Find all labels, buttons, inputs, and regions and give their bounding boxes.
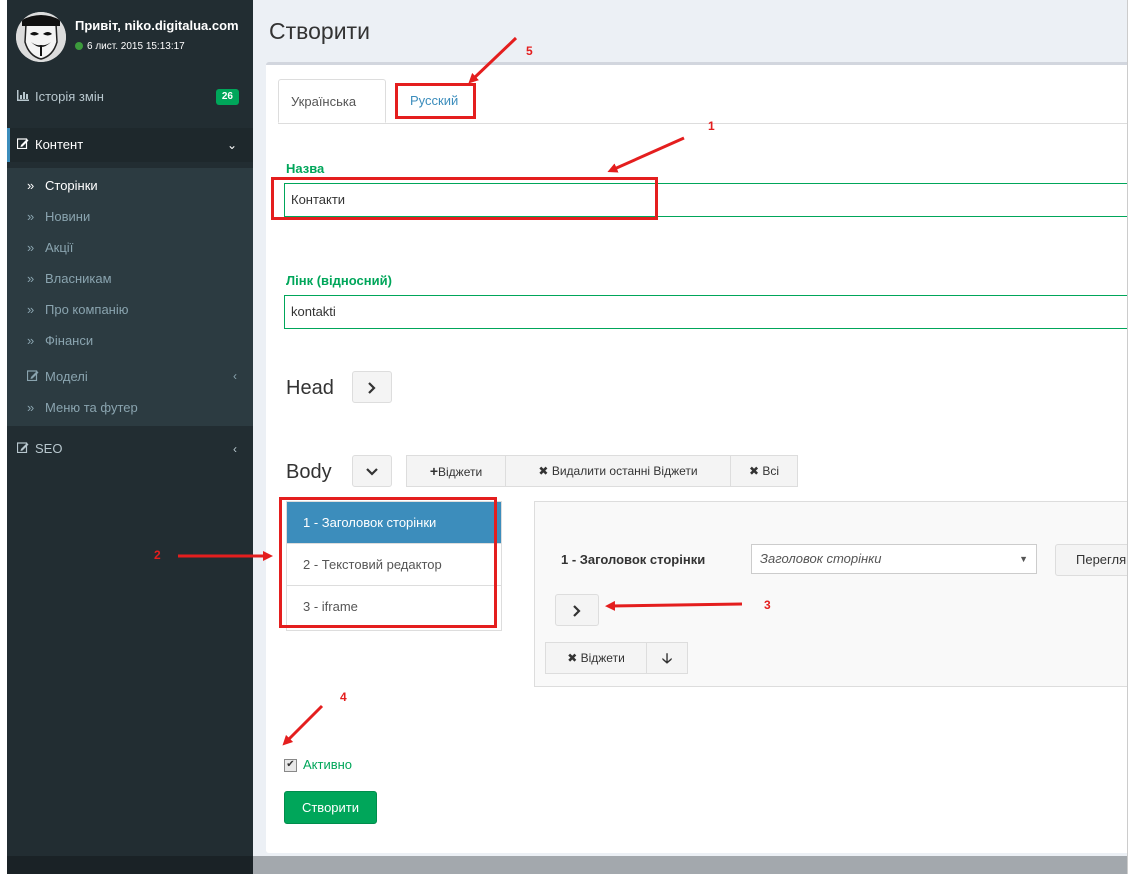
active-checkbox[interactable]: ✔ xyxy=(284,759,297,773)
user-greeting: Привіт, niko.digitalua.com xyxy=(75,18,239,33)
sidebar-item-seo[interactable]: SEO ‹ xyxy=(7,432,253,466)
sidebar-subitem-label: Моделі xyxy=(45,369,88,384)
link-input[interactable]: kontakti xyxy=(284,295,1127,329)
sidebar-item-content[interactable]: Контент ⌄ xyxy=(7,128,253,162)
sidebar-subitem-label: Новини xyxy=(45,209,91,224)
annotation-number-5: 5 xyxy=(526,44,533,58)
online-status-icon xyxy=(75,42,83,51)
sidebar-subitem-owners[interactable]: » Власникам xyxy=(7,263,253,294)
sidebar-subitem-label: Фінанси xyxy=(45,333,94,348)
main-content: Створити Українська Русский Назва Контак… xyxy=(253,0,1127,874)
mask-avatar-icon xyxy=(16,12,66,62)
edit-icon xyxy=(26,361,41,392)
annotation-box-2 xyxy=(279,497,497,628)
close-icon: ✖ xyxy=(567,651,578,665)
active-checkbox-row[interactable]: ✔ Активно xyxy=(284,757,353,773)
sidebar-subitem-label: Акції xyxy=(45,240,74,255)
arrow-down-icon: 🡣 xyxy=(661,650,673,666)
annotation-box-1 xyxy=(271,177,658,220)
widget-panel: 1 - Заголовок сторінки Заголовок сторінк… xyxy=(534,501,1127,687)
sidebar-subitem-news[interactable]: » Новини xyxy=(7,201,253,232)
sidebar-subitem-finance[interactable]: » Фінанси xyxy=(7,325,253,356)
caret-down-icon: ▼ xyxy=(1019,554,1028,564)
chevron-down-icon: ⌄ xyxy=(226,138,237,152)
chevron-left-icon: ‹ xyxy=(233,442,237,456)
sidebar-subitem-label: Сторінки xyxy=(45,178,98,193)
link-label: Лінк (відносний) xyxy=(286,273,392,288)
sidebar-subitem-promotions[interactable]: » Акції xyxy=(7,232,253,263)
sidebar-subitem-about[interactable]: » Про компанію xyxy=(7,294,253,325)
name-label: Назва xyxy=(286,161,325,176)
head-expand-button[interactable] xyxy=(352,371,392,403)
annotation-number-3: 3 xyxy=(764,598,771,612)
sidebar-subitem-label: Про компанію xyxy=(45,302,129,317)
user-status: 6 лист. 2015 15:13:17 xyxy=(75,41,185,52)
add-widgets-label: Віджети xyxy=(438,465,483,479)
tab-ukrainian[interactable]: Українська xyxy=(278,79,386,123)
remove-widget-button[interactable]: ✖ Віджети xyxy=(545,642,647,674)
preview-button[interactable]: Переглян xyxy=(1055,544,1127,576)
history-count-badge: 26 xyxy=(215,89,239,105)
page-title: Створити xyxy=(269,18,370,44)
avatar xyxy=(16,12,66,62)
chevron-right-icon xyxy=(367,380,377,394)
annotation-number-1: 1 xyxy=(708,119,715,133)
body-collapse-button[interactable] xyxy=(352,455,392,487)
double-chevron-right-icon: » xyxy=(27,400,35,415)
create-button[interactable]: Створити xyxy=(284,791,377,824)
app-window: Привіт, niko.digitalua.com 6 лист. 2015 … xyxy=(7,0,1128,874)
chevron-left-icon: ‹ xyxy=(233,369,237,383)
double-chevron-right-icon: » xyxy=(27,302,35,317)
sidebar-item-label: SEO xyxy=(35,441,63,456)
double-chevron-right-icon: » xyxy=(27,271,35,286)
body-heading: Body xyxy=(286,461,332,483)
remove-last-widgets-label: Видалити останні Віджети xyxy=(551,464,698,478)
widget-type-value: Заголовок сторінки xyxy=(760,551,882,566)
sidebar-item-history[interactable]: Історія змін 26 xyxy=(7,80,253,114)
annotation-box-5 xyxy=(395,83,476,119)
sidebar-item-label: Історія змін xyxy=(35,89,104,104)
remove-last-widgets-button[interactable]: ✖ Видалити останні Віджети xyxy=(505,455,731,487)
user-status-text: 6 лист. 2015 15:13:17 xyxy=(87,41,185,52)
add-widgets-button[interactable]: +Віджети xyxy=(406,455,506,487)
widget-title: 1 - Заголовок сторінки xyxy=(561,552,706,567)
head-heading: Head xyxy=(286,377,334,399)
sidebar-subitem-label: Власникам xyxy=(45,271,112,286)
annotation-number-4: 4 xyxy=(340,690,347,704)
sidebar-footer xyxy=(7,856,253,874)
sidebar: Привіт, niko.digitalua.com 6 лист. 2015 … xyxy=(7,0,253,874)
annotation-number-2: 2 xyxy=(154,548,161,562)
widget-expand-button[interactable] xyxy=(555,594,599,626)
double-chevron-right-icon: » xyxy=(27,209,35,224)
chevron-right-icon xyxy=(572,603,582,617)
edit-icon xyxy=(15,432,31,466)
close-icon: ✖ xyxy=(538,464,549,478)
footer-bar xyxy=(253,856,1127,874)
sidebar-subitem-menu-footer[interactable]: » Меню та футер xyxy=(7,392,253,423)
move-down-button[interactable]: 🡣 xyxy=(646,642,688,674)
double-chevron-right-icon: » xyxy=(27,240,35,255)
edit-icon xyxy=(15,128,31,162)
remove-all-widgets-label: Всі xyxy=(762,464,780,478)
user-panel: Привіт, niko.digitalua.com 6 лист. 2015 … xyxy=(7,0,253,80)
widget-type-select[interactable]: Заголовок сторінки ▼ xyxy=(751,544,1037,574)
bar-chart-icon xyxy=(15,80,31,114)
plus-icon: + xyxy=(429,463,438,479)
remove-all-widgets-button[interactable]: ✖ Всі xyxy=(730,455,798,487)
chevron-down-icon xyxy=(366,464,378,478)
sidebar-subitem-models[interactable]: Моделі ‹ xyxy=(7,361,253,392)
sidebar-item-label: Контент xyxy=(35,137,84,152)
close-icon: ✖ xyxy=(748,464,760,478)
sidebar-subitem-label: Меню та футер xyxy=(45,400,138,415)
remove-widget-label: Віджети xyxy=(580,651,625,665)
sidebar-subitem-pages[interactable]: » Сторінки xyxy=(7,170,253,201)
double-chevron-right-icon: » xyxy=(27,333,35,348)
active-label: Активно xyxy=(303,757,353,772)
double-chevron-right-icon: » xyxy=(27,178,35,193)
